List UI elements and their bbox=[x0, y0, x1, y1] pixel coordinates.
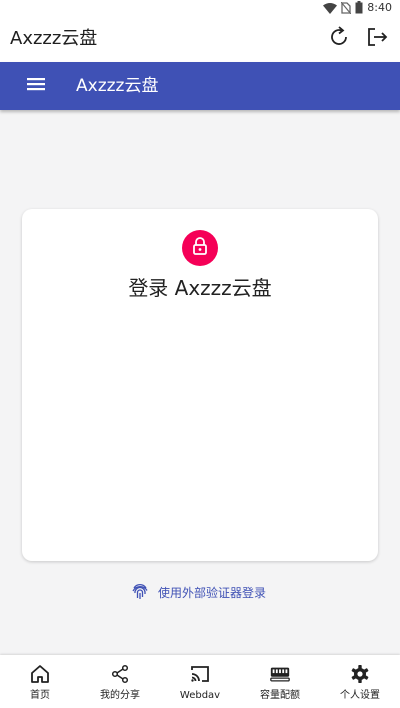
cast-icon bbox=[189, 663, 211, 685]
tab-home[interactable]: 首页 bbox=[0, 655, 80, 708]
menu-button[interactable] bbox=[24, 76, 48, 96]
tab-personal-settings[interactable]: 个人设置 bbox=[320, 655, 400, 708]
lock-icon bbox=[192, 237, 208, 259]
share-icon bbox=[109, 663, 131, 685]
refresh-button[interactable] bbox=[326, 26, 352, 52]
lock-badge bbox=[182, 230, 218, 266]
wifi-icon bbox=[323, 0, 338, 18]
app-actions bbox=[326, 26, 390, 52]
tab-label: 容量配额 bbox=[260, 690, 300, 701]
gear-icon bbox=[349, 663, 371, 685]
fingerprint-icon bbox=[130, 581, 150, 605]
login-card: 登录 Axzzz云盘 bbox=[22, 209, 378, 561]
nav-bar: Axzzz云盘 bbox=[0, 62, 400, 110]
nav-title: Axzzz云盘 bbox=[76, 76, 159, 96]
status-icons: 8:40 bbox=[323, 0, 392, 18]
tab-webdav[interactable]: Webdav bbox=[160, 655, 240, 708]
logout-icon bbox=[365, 25, 389, 53]
status-time: 8:40 bbox=[367, 1, 392, 14]
no-sim-icon bbox=[340, 0, 352, 18]
hamburger-icon bbox=[26, 76, 46, 96]
storage-icon bbox=[269, 663, 291, 685]
app-title: Axzzz云盘 bbox=[10, 28, 98, 49]
tab-label: 我的分享 bbox=[100, 690, 140, 701]
tab-label: 个人设置 bbox=[340, 690, 380, 701]
tab-label: Webdav bbox=[179, 690, 221, 701]
tab-storage-quota[interactable]: 容量配额 bbox=[240, 655, 320, 708]
refresh-icon bbox=[327, 25, 351, 53]
status-bar: 8:40 bbox=[0, 0, 400, 16]
app-bar: Axzzz云盘 bbox=[0, 16, 400, 62]
external-auth-button[interactable]: 使用外部验证器登录 bbox=[130, 581, 266, 605]
home-icon bbox=[29, 663, 51, 685]
tab-my-shares[interactable]: 我的分享 bbox=[80, 655, 160, 708]
external-auth-label: 使用外部验证器登录 bbox=[158, 586, 267, 600]
logout-button[interactable] bbox=[364, 26, 390, 52]
tab-label: 首页 bbox=[30, 690, 50, 701]
battery-icon bbox=[355, 0, 363, 18]
bottom-nav: 首页 我的分享 Webdav 容量配额 个人设置 bbox=[0, 655, 400, 708]
login-title: 登录 Axzzz云盘 bbox=[128, 276, 272, 300]
